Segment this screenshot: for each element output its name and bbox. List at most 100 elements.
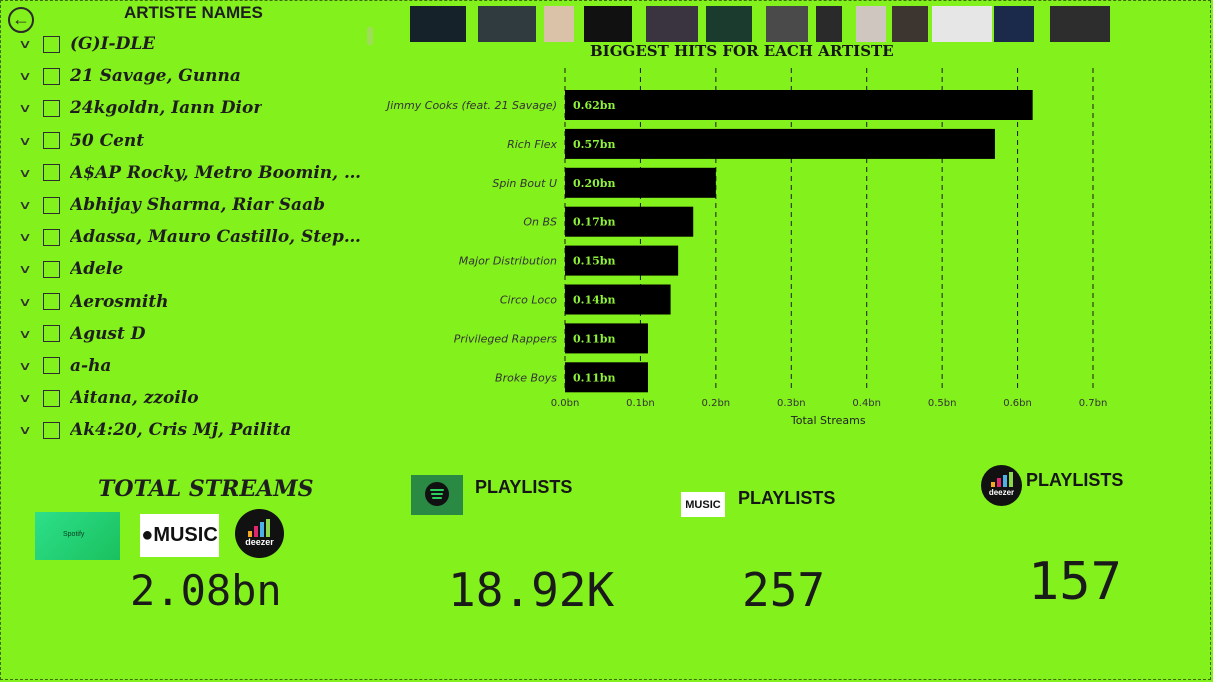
- spotify-playlists-label: PLAYLISTS: [475, 477, 573, 497]
- apple-playlists-value: 257: [742, 563, 826, 617]
- slicer-item-label: A$AP Rocky, Metro Boomin, Roisee: [70, 162, 370, 183]
- chevron-down-icon[interactable]: ∨: [7, 262, 42, 276]
- biggest-hits-bar-chart: 0.0bn 0.1bn 0.2bn 0.3bn 0.4bn 0.5bn 0.6bn 0.7bn…: [385, 68, 1108, 427]
- slicer-checkbox[interactable]: [43, 99, 60, 117]
- artist-photo-thumbnail: [478, 6, 536, 42]
- chevron-down-icon[interactable]: ∨: [7, 198, 42, 212]
- deezer-logo-text: deezer: [245, 537, 274, 547]
- slicer-item-label: Aerosmith: [70, 291, 169, 312]
- data-label: 0.17bn: [573, 216, 615, 229]
- category-label: Privileged Rappers: [454, 332, 557, 345]
- data-label: 0.14bn: [573, 294, 615, 307]
- x-tick-label: 0.1bn: [626, 398, 655, 409]
- slicer-checkbox[interactable]: [43, 293, 60, 311]
- deezer-small-equalizer-icon: [991, 472, 1013, 487]
- data-label: 0.11bn: [573, 332, 615, 345]
- data-label: 0.15bn: [573, 255, 615, 268]
- chevron-down-icon[interactable]: ∨: [7, 166, 42, 180]
- deezer-playlists-value: 157: [1028, 552, 1122, 612]
- artist-photo-thumbnail: [932, 6, 992, 42]
- apple-playlists-label: PLAYLISTS: [738, 488, 836, 508]
- slicer-item[interactable]: ∨ Agust D: [14, 318, 374, 350]
- chevron-down-icon[interactable]: ∨: [7, 295, 42, 309]
- apple-icon: ●: [141, 524, 154, 546]
- slicer-checkbox[interactable]: [43, 164, 60, 182]
- artist-photo-thumbnail: [994, 6, 1034, 42]
- slicer-checkbox[interactable]: [43, 132, 60, 150]
- chevron-down-icon[interactable]: ∨: [7, 327, 42, 341]
- slicer-checkbox[interactable]: [43, 389, 60, 407]
- slicer-item-label: Adassa, Mauro Castillo, Stephanie ...: [70, 227, 370, 248]
- spotify-playlists-value: 18.92K: [448, 563, 615, 617]
- apple-music-small-logo-text: MUSIC: [685, 498, 721, 511]
- artist-thumbnail-strip: [410, 6, 1110, 46]
- chevron-down-icon[interactable]: ∨: [7, 101, 42, 115]
- slicer-item[interactable]: ∨Adassa, Mauro Castillo, Stephanie ...: [14, 221, 374, 253]
- x-axis-title: Total Streams: [790, 414, 866, 427]
- slicer-checkbox[interactable]: [43, 228, 60, 246]
- artist-photo-thumbnail: [646, 6, 698, 42]
- data-label: 0.20bn: [573, 177, 615, 190]
- slicer-item[interactable]: ∨ Ak4:20, Cris Mj, Pailita: [14, 414, 374, 446]
- spotify-logo-text: Spotify: [63, 531, 85, 538]
- chevron-down-icon[interactable]: ∨: [7, 134, 42, 148]
- deezer-equalizer-icon: [248, 519, 272, 537]
- artist-slicer: ∨ (G)I-DLE ∨ 21 Savage, Gunna ∨ 24kgoldn, Ian…: [14, 28, 374, 446]
- slicer-item[interactable]: ∨ (G)I-DLE: [14, 28, 374, 60]
- slicer-item[interactable]: ∨ 24kgoldn, Iann Dior: [14, 92, 374, 124]
- x-tick-label: 0.2bn: [702, 398, 731, 409]
- deezer-logo: deezer: [235, 509, 284, 558]
- x-tick-label: 0.3bn: [777, 398, 806, 409]
- slicer-item-label: Agust D: [70, 323, 146, 344]
- slicer-checkbox[interactable]: [43, 260, 60, 278]
- slicer-checkbox[interactable]: [43, 67, 60, 85]
- data-label: 0.62bn: [573, 99, 615, 112]
- category-label: Rich Flex: [507, 138, 557, 151]
- artist-photo-thumbnail: [1050, 6, 1110, 42]
- slicer-checkbox[interactable]: [43, 196, 60, 214]
- chevron-down-icon[interactable]: ∨: [7, 69, 42, 83]
- chevron-down-icon[interactable]: ∨: [7, 391, 42, 405]
- slicer-item-label: 50 Cent: [70, 130, 145, 151]
- slicer-checkbox[interactable]: [43, 421, 60, 439]
- bar[interactable]: [565, 128, 995, 159]
- slicer-item-label: Ak4:20, Cris Mj, Pailita: [70, 420, 292, 441]
- artist-photo-thumbnail: [544, 6, 574, 42]
- chevron-down-icon[interactable]: ∨: [7, 423, 42, 437]
- slicer-checkbox[interactable]: [43, 357, 60, 375]
- slicer-item[interactable]: ∨ Aerosmith: [14, 286, 374, 318]
- category-label: Spin Bout U: [492, 177, 557, 190]
- bar[interactable]: [565, 90, 1033, 120]
- apple-music-logo-text: MUSIC: [153, 524, 218, 546]
- slicer-item[interactable]: ∨ 21 Savage, Gunna: [14, 60, 374, 92]
- chevron-down-icon[interactable]: ∨: [7, 359, 42, 373]
- artist-photo-thumbnail: [856, 6, 886, 42]
- slicer-item-label: a-ha: [70, 355, 112, 376]
- artist-photo-thumbnail: [816, 6, 842, 42]
- chevron-down-icon[interactable]: ∨: [7, 230, 42, 244]
- slicer-title: ARTISTE NAMES: [124, 3, 263, 22]
- slicer-item[interactable]: ∨ Abhijay Sharma, Riar Saab: [14, 189, 374, 221]
- slicer-item[interactable]: ∨ 50 Cent: [14, 125, 374, 157]
- apple-music-logo: ● MUSIC: [140, 514, 219, 557]
- artist-photo-thumbnail: [706, 6, 752, 42]
- chevron-down-icon[interactable]: ∨: [7, 37, 42, 51]
- slicer-item[interactable]: ∨ Adele: [14, 253, 374, 285]
- x-tick-label: 0.7bn: [1079, 398, 1108, 409]
- category-label: On BS: [523, 216, 557, 229]
- category-label: Circo Loco: [500, 294, 557, 307]
- slicer-item-label: Aitana, zzoilo: [70, 388, 199, 409]
- slicer-checkbox[interactable]: [43, 325, 60, 343]
- slicer-item-label: 24kgoldn, Iann Dior: [70, 98, 263, 119]
- slicer-item[interactable]: ∨A$AP Rocky, Metro Boomin, Roisee: [14, 157, 374, 189]
- total-streams-value: 2.08bn: [130, 566, 282, 615]
- artist-photo-thumbnail: [766, 6, 808, 42]
- slicer-checkbox[interactable]: [43, 35, 60, 53]
- deezer-playlists-label: PLAYLISTS: [1026, 470, 1124, 490]
- slicer-item[interactable]: ∨ Aitana, zzoilo: [14, 382, 374, 414]
- x-tick-label: 0.0bn: [551, 398, 580, 409]
- spotify-logo: Spotify: [35, 512, 120, 560]
- slicer-item[interactable]: ∨ a-ha: [14, 350, 374, 382]
- artist-photo-thumbnail: [892, 6, 928, 42]
- data-label: 0.57bn: [573, 138, 615, 151]
